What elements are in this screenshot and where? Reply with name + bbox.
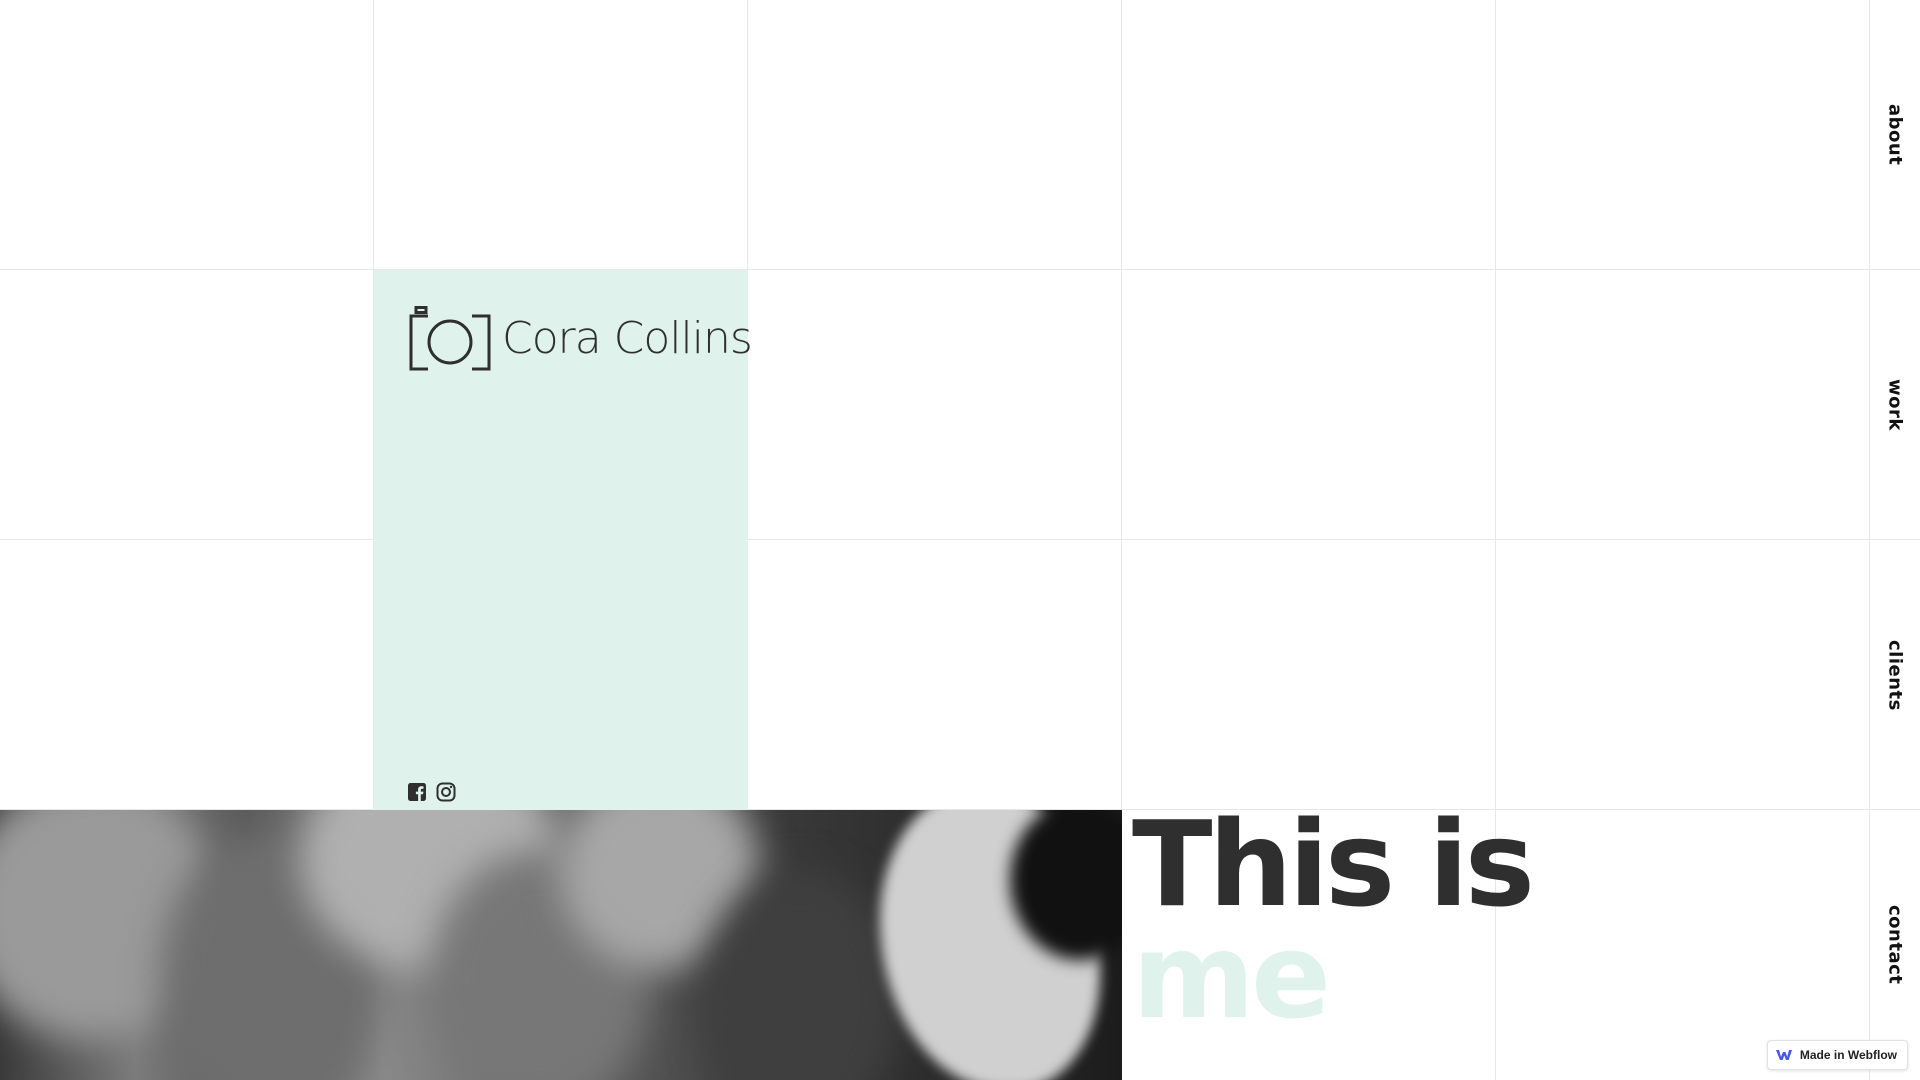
instagram-icon[interactable] <box>436 782 456 802</box>
headline-line-1: This is <box>1132 795 1535 933</box>
page: Cora Collins This is me about work clien… <box>0 0 1920 1080</box>
brand-name: Cora Collins <box>502 313 753 364</box>
badge-label: Made in Webflow <box>1799 1048 1897 1062</box>
brand-panel: Cora Collins <box>374 270 753 810</box>
nav-label: work <box>1884 379 1906 431</box>
webflow-logo-icon <box>1775 1050 1792 1060</box>
grid-line <box>0 269 1920 270</box>
hero-headline: This is me <box>1132 795 1535 1045</box>
nav-label: clients <box>1884 639 1906 711</box>
made-in-webflow-badge[interactable]: Made in Webflow <box>1766 1040 1908 1070</box>
nav-label: about <box>1884 104 1906 166</box>
logo[interactable]: Cora Collins <box>408 306 753 372</box>
hero-photo <box>0 810 1122 1080</box>
nav-item-about[interactable]: about <box>1870 0 1920 270</box>
headline-line-2: me <box>1132 907 1331 1045</box>
grid-line <box>0 539 1920 540</box>
camera-frame-icon <box>409 306 491 371</box>
facebook-icon[interactable] <box>407 782 427 802</box>
nav-label: contact <box>1884 905 1906 985</box>
social-links <box>407 782 456 802</box>
nav-item-clients[interactable]: clients <box>1870 540 1920 810</box>
nav-item-work[interactable]: work <box>1870 270 1920 540</box>
